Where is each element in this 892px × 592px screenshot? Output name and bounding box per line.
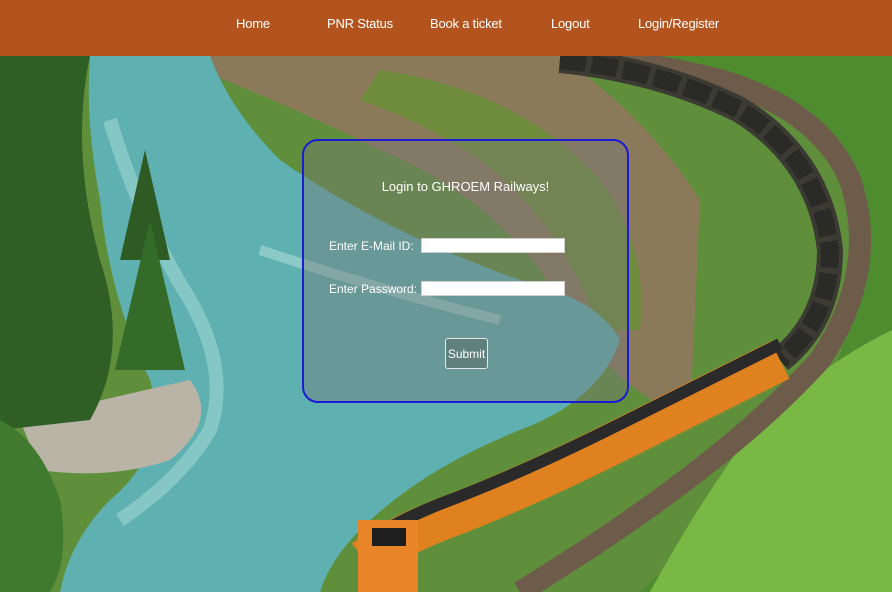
top-navbar: Home PNR Status Book a ticket Logout Log… <box>0 0 892 56</box>
nav-login-register-link[interactable]: Login/Register <box>638 16 719 31</box>
nav-logout-link[interactable]: Logout <box>551 16 590 31</box>
login-title: Login to GHROEM Railways! <box>381 179 550 194</box>
submit-button[interactable]: Submit <box>445 338 488 369</box>
password-label: Enter Password: <box>329 282 418 296</box>
email-label: Enter E-Mail ID: <box>329 239 414 253</box>
email-input[interactable] <box>421 238 565 253</box>
nav-pnr-status-link[interactable]: PNR Status <box>327 16 393 31</box>
nav-book-ticket-link[interactable]: Book a ticket <box>430 16 502 31</box>
nav-home-link[interactable]: Home <box>236 16 270 31</box>
password-input[interactable] <box>421 281 565 296</box>
login-form: Login to GHROEM Railways! Enter E-Mail I… <box>302 139 629 403</box>
